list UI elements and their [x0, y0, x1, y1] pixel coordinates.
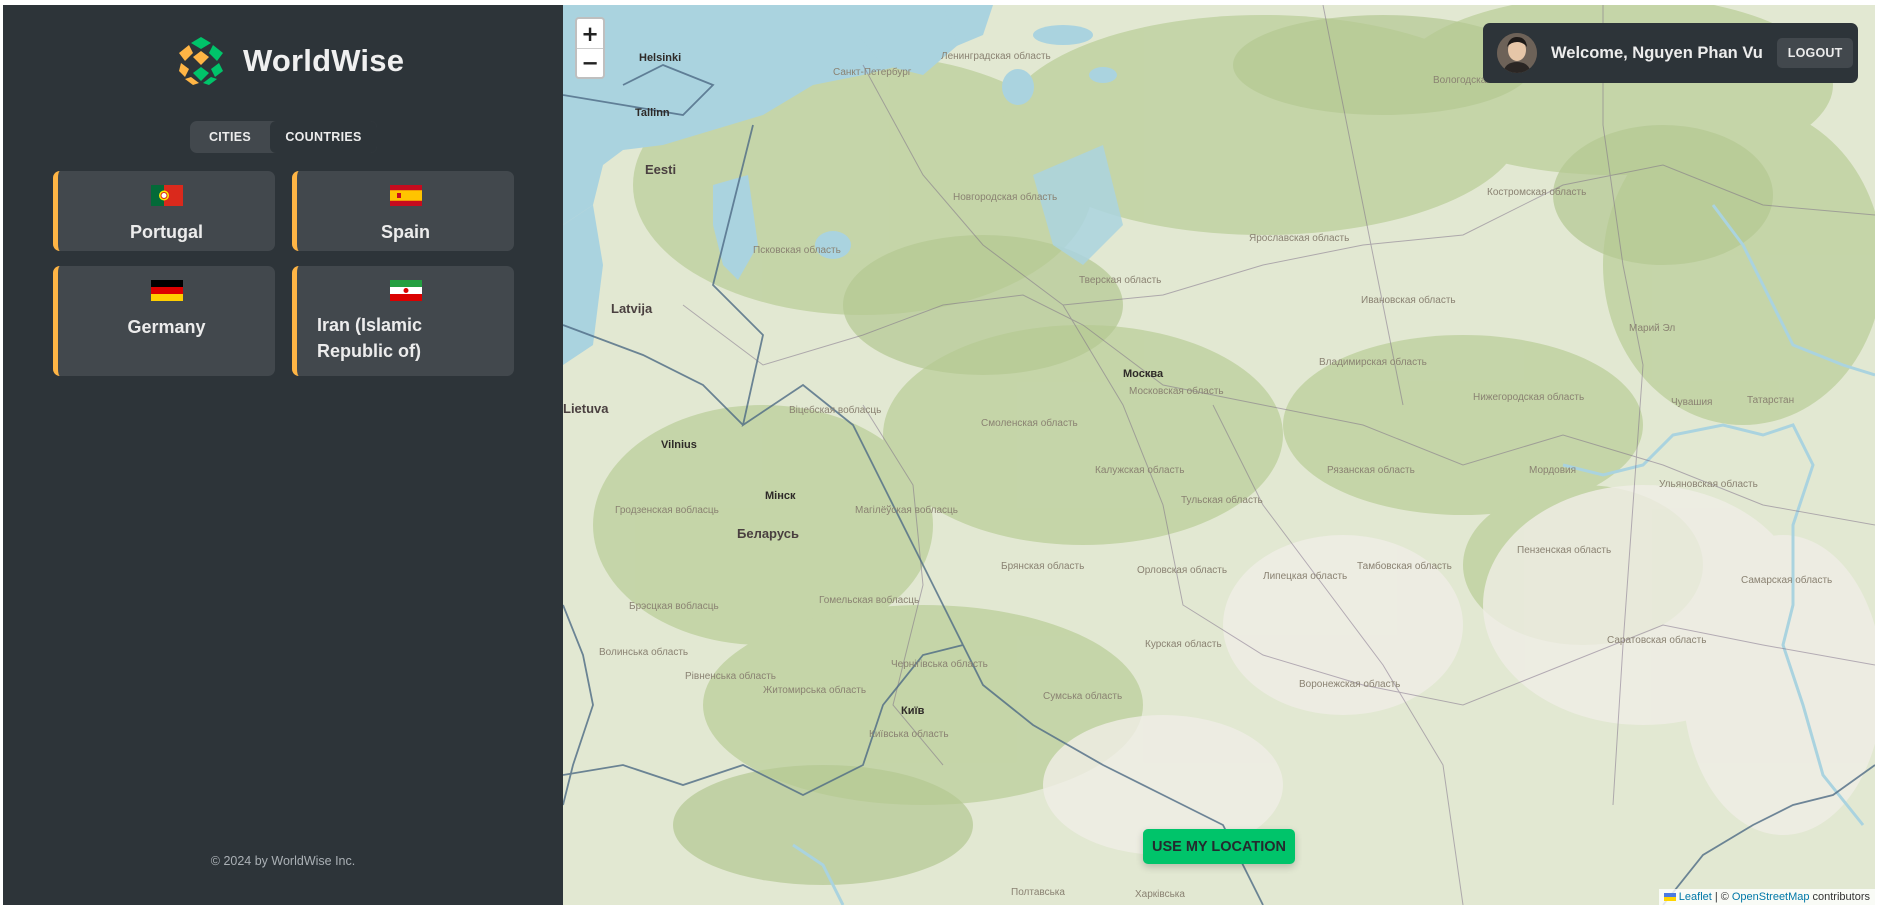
openstreetmap-link[interactable]: OpenStreetMap [1732, 891, 1810, 903]
map-label-grodno: Гродзенская вобласць [615, 505, 719, 516]
view-tabs: CITIES COUNTRIES [190, 121, 377, 153]
map-label-kostroma: Костромская область [1487, 187, 1587, 198]
map-label-smolensk: Смоленская область [981, 418, 1078, 429]
map-tiles[interactable] [563, 5, 1875, 905]
iran-flag-icon [389, 280, 422, 301]
map-label-rivne: Рівненська область [685, 671, 776, 682]
map-label-latvija: Latvija [611, 301, 653, 316]
map-label-gomel: Гомельская вобласць [819, 595, 920, 606]
use-my-location-button[interactable]: USE MY LOCATION [1143, 829, 1295, 864]
user-avatar-icon [1497, 33, 1537, 73]
zoom-control: + − [575, 17, 605, 79]
map-label-minsk: Мінск [765, 490, 796, 502]
map-label-orel: Орловская область [1137, 565, 1228, 576]
map-label-kyiv-obl: Київська область [869, 729, 949, 740]
map-label-eesti: Eesti [645, 162, 677, 177]
map-label-tallinn: Tallinn [635, 107, 670, 119]
country-name: Spain [380, 222, 430, 242]
map-label-samara: Самарская область [1741, 575, 1833, 586]
map-label-mogilev: Магілёўская вобласць [855, 505, 958, 516]
user-panel: Welcome, Nguyen Phan Vu LOGOUT [1483, 23, 1858, 83]
map-label-tambov: Тамбовская область [1357, 561, 1452, 572]
country-item-iran[interactable]: Iran (Islamic Republic of) [292, 266, 514, 376]
map-label-tula: Тульская область [1181, 495, 1263, 506]
map-label-kaluga: Калужская область [1095, 465, 1185, 476]
map-label-moskva: Москва [1123, 368, 1164, 380]
map-label-ulyanovsk: Ульяновская область [1659, 479, 1758, 490]
map-label-yaroslavl: Ярославская область [1249, 233, 1350, 244]
germany-flag-icon [150, 280, 183, 301]
sidebar: WorldWise CITIES COUNTRIES Portugal Spai… [3, 5, 563, 905]
map-label-nizhny: Нижегородская область [1473, 392, 1585, 403]
map-label-chernihiv: Чернігівська область [891, 659, 988, 670]
map-label-sumy: Сумська область [1043, 691, 1123, 702]
map-label-moscow-obl: Московская область [1129, 386, 1224, 397]
portugal-flag-icon [150, 185, 183, 206]
map-label-tver: Тверская область [1079, 275, 1162, 286]
map-label-tatarstan: Татарстан [1747, 395, 1795, 406]
app-name: WorldWise [243, 43, 405, 78]
tab-cities[interactable]: CITIES [190, 121, 270, 153]
zoom-out-button[interactable]: − [577, 48, 603, 77]
map-label-mari: Марий Эл [1629, 323, 1676, 334]
avatar [1497, 33, 1537, 73]
map-label-ivanovo: Ивановская область [1361, 295, 1456, 306]
map-label-voronezh: Воронежская область [1299, 679, 1401, 690]
attribution-separator: | © [1714, 891, 1729, 903]
map-label-chuvash: Чувашия [1671, 397, 1713, 408]
map-label-lipetsk: Липецкая область [1263, 571, 1348, 582]
country-name: Portugal [129, 222, 203, 242]
map-label-mordovia: Мордовия [1529, 465, 1577, 476]
map-label-belarus: Беларусь [737, 526, 799, 541]
map-label-helsinki: Helsinki [639, 52, 682, 64]
spain-flag-icon [389, 185, 422, 206]
map-label-leningrad: Ленинградская область [941, 51, 1051, 62]
country-item-portugal[interactable]: Portugal [53, 171, 275, 251]
map-label-vladimir: Владимирская область [1319, 357, 1427, 368]
tab-countries[interactable]: COUNTRIES [270, 121, 377, 153]
map-label-kursk: Курская область [1145, 639, 1222, 650]
map-view[interactable]: Helsinki Tallinn Eesti Latvija Lietuva V… [563, 5, 1875, 905]
map-label-bryansk: Брянская область [1001, 561, 1085, 572]
map-label-zhytomyr: Житомирська область [763, 685, 867, 696]
map-label-kharkiv: Харківська [1135, 889, 1185, 900]
ukraine-flag-icon [1663, 893, 1676, 901]
welcome-message: Welcome, Nguyen Phan Vu [1551, 43, 1763, 62]
map-label-saratov: Саратовская область [1607, 635, 1707, 646]
map-label-pskov: Псковская область [753, 245, 841, 256]
app-logo[interactable]: WorldWise [173, 33, 404, 89]
map-label-lietuva: Lietuva [563, 401, 609, 416]
map-label-penza: Пензенская область [1517, 545, 1612, 556]
map-label-poltava: Полтавська [1011, 887, 1065, 898]
country-item-germany[interactable]: Germany [53, 266, 275, 376]
logout-button[interactable]: LOGOUT [1776, 38, 1854, 68]
map-label-kyiv: Київ [901, 705, 925, 717]
country-item-spain[interactable]: Spain [292, 171, 514, 251]
map-label-spb: Санкт-Петербург [833, 67, 912, 78]
zoom-in-button[interactable]: + [577, 19, 603, 48]
map-label-vilnius: Vilnius [661, 439, 697, 451]
country-name: Germany [127, 317, 206, 337]
copyright-footer: © 2024 by WorldWise Inc. [210, 854, 356, 868]
map-label-brest: Брэсцкая вобласць [629, 601, 719, 612]
leaflet-link[interactable]: Leaflet [1679, 891, 1712, 903]
map-label-ryazan: Рязанская область [1327, 465, 1415, 476]
globe-logo-icon [175, 35, 227, 87]
map-label-vitebsk: Віцебская вобласць [789, 405, 882, 416]
map-label-volyn: Волинська область [599, 647, 689, 658]
attribution-suffix: contributors [1812, 891, 1870, 903]
map-attribution: Leaflet | © OpenStreetMap contributors [1658, 889, 1875, 905]
map-label-novgorod: Новгородская область [953, 192, 1058, 203]
country-name: Iran (Islamic Republic of) [317, 315, 423, 361]
